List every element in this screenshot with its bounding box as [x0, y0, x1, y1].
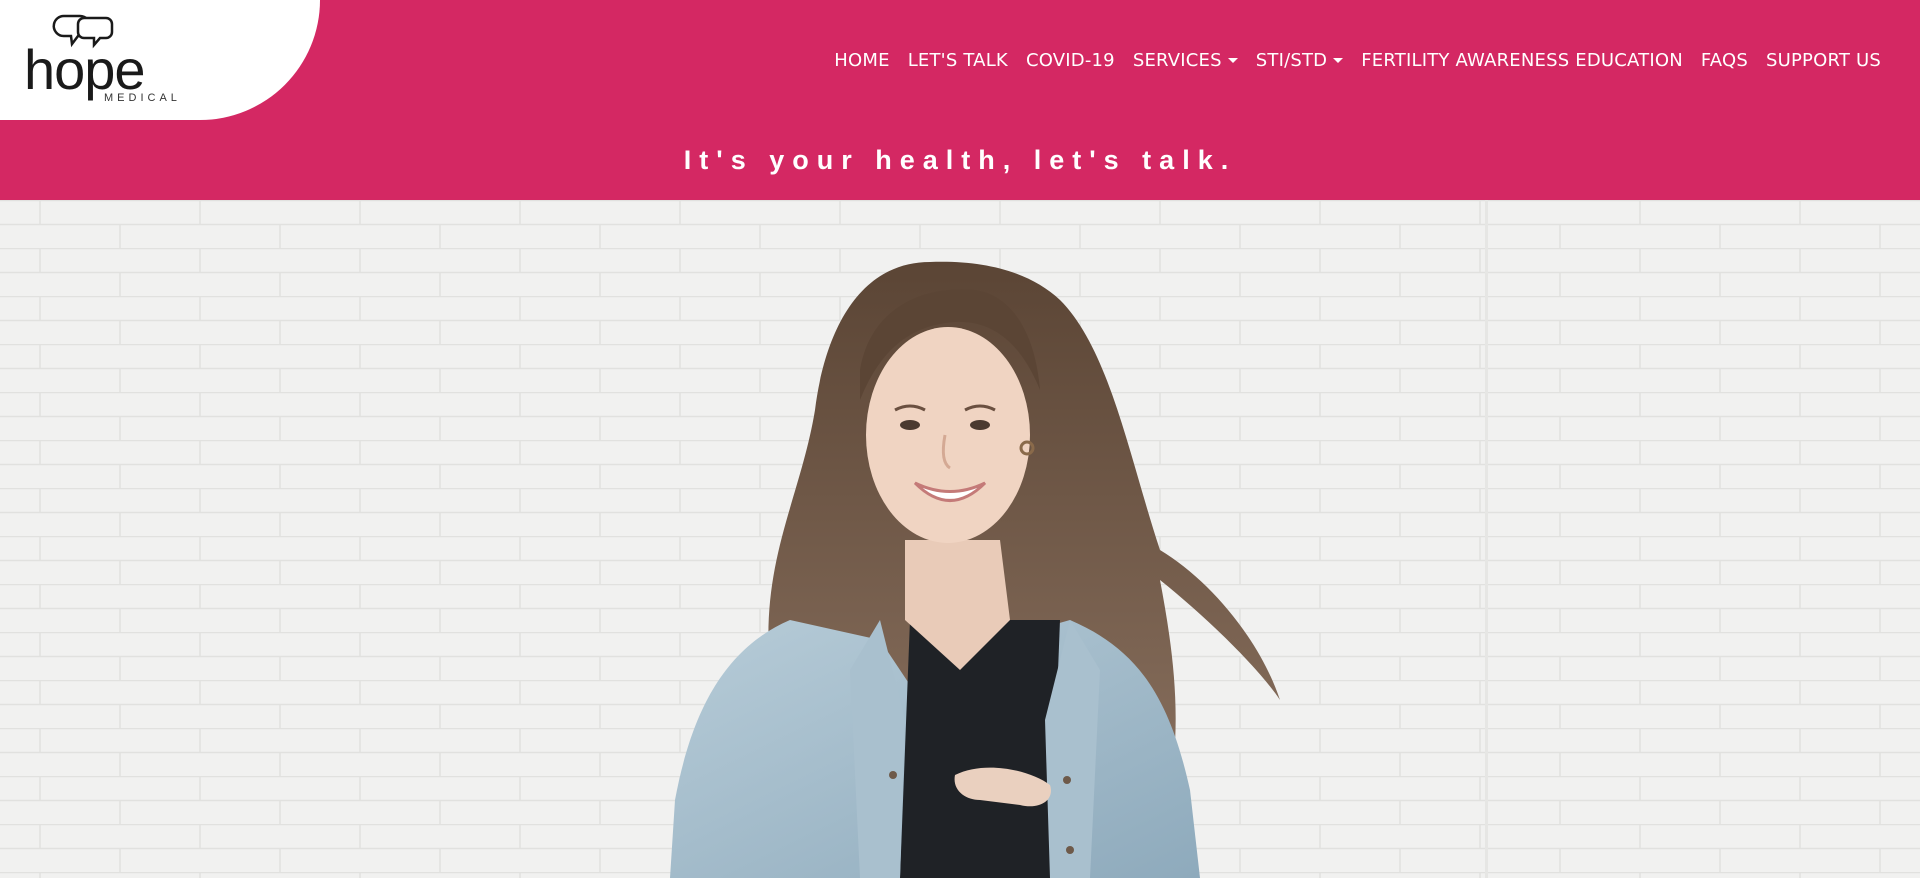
site-header: hope MEDICAL HOME LET'S TALK COVID-19 SE… — [0, 0, 1920, 200]
caret-down-icon — [1333, 58, 1344, 63]
nav-home[interactable]: HOME — [825, 46, 898, 75]
nav-support-us-label: SUPPORT US — [1766, 50, 1881, 71]
nav-services-label: SERVICES — [1132, 50, 1222, 71]
nav-covid-19-label: COVID-19 — [1025, 50, 1115, 71]
logo-subtitle: MEDICAL — [104, 92, 181, 104]
nav-sti-std-label: STI/STD — [1255, 50, 1328, 71]
nav-home-label: HOME — [834, 50, 890, 71]
nav-covid-19[interactable]: COVID-19 — [1017, 46, 1124, 75]
nav-faqs-label: FAQS — [1700, 50, 1748, 71]
hope-medical-logo[interactable]: hope MEDICAL — [24, 14, 194, 106]
caret-down-icon — [1227, 58, 1238, 63]
nav-lets-talk[interactable]: LET'S TALK — [899, 46, 1017, 75]
logo-container: hope MEDICAL — [0, 0, 320, 120]
nav-services-dropdown[interactable]: SERVICES — [1124, 46, 1247, 75]
nav-faqs[interactable]: FAQS — [1692, 46, 1757, 75]
nav-fertility-awareness-label: FERTILITY AWARENESS EDUCATION — [1361, 50, 1683, 71]
main-nav: HOME LET'S TALK COVID-19 SERVICES STI/ST… — [825, 46, 1890, 75]
nav-sti-std-dropdown[interactable]: STI/STD — [1247, 46, 1352, 75]
nav-support-us[interactable]: SUPPORT US — [1757, 46, 1890, 75]
nav-lets-talk-label: LET'S TALK — [907, 50, 1008, 71]
nav-fertility-awareness[interactable]: FERTILITY AWARENESS EDUCATION — [1352, 46, 1692, 75]
hero-image — [0, 200, 1920, 878]
hero-tagline: It's your health, let's talk. — [683, 145, 1237, 175]
hero-photo-illustration — [0, 200, 1920, 878]
logo-wordmark: hope — [24, 38, 146, 101]
